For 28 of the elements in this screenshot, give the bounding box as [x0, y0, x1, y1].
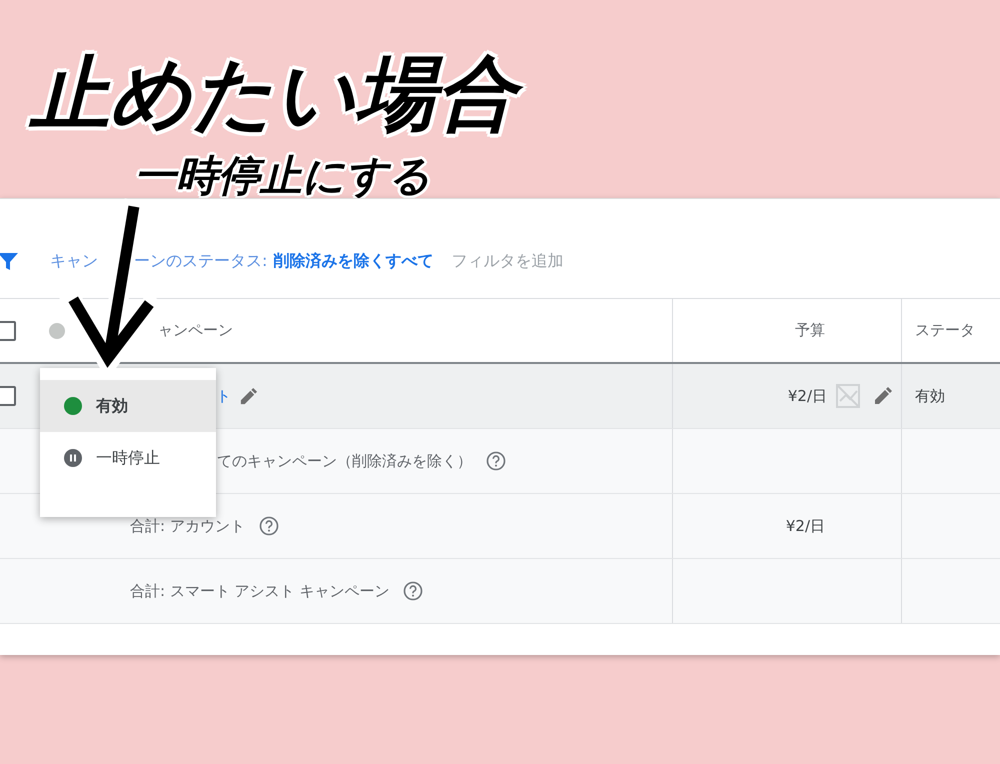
budget-cell-text: ¥2/日: [786, 516, 825, 537]
status-icon: [48, 322, 66, 340]
filter-icon: [0, 250, 18, 270]
column-header[interactable]: ャンペーン: [158, 319, 233, 342]
help-icon[interactable]: [258, 516, 279, 536]
chart-off-icon: [835, 383, 861, 409]
filter-label[interactable]: ーンのステータス:: [134, 248, 268, 272]
status-cell-text: 有効: [915, 386, 945, 407]
menu-item[interactable]: 有効: [40, 380, 216, 432]
annotation-title: 止めたい場合: [22, 40, 524, 148]
budget-cell-text: ¥2/日: [788, 386, 827, 407]
checkbox[interactable]: [0, 386, 16, 406]
status-dot-icon: [64, 397, 82, 415]
filter-value[interactable]: 削除済みを除くすべて: [273, 248, 434, 272]
edit-icon: [239, 386, 258, 406]
edit-icon: [873, 386, 893, 406]
row-label: 合計: スマート アシスト キャンペーン: [130, 580, 390, 602]
pause-icon: [64, 449, 82, 467]
annotation-subtitle: 一時停止にする: [133, 150, 432, 202]
campaign-link[interactable]: ト: [216, 384, 231, 408]
row-label: てのキャンペーン（削除済みを除く）: [217, 450, 472, 472]
help-icon[interactable]: [486, 451, 506, 471]
column-header[interactable]: 予算: [795, 319, 825, 342]
menu-item[interactable]: 一時停止: [40, 432, 216, 484]
help-icon[interactable]: [403, 581, 424, 601]
row-label: 合計: アカウント: [130, 516, 245, 537]
checkbox[interactable]: [0, 320, 16, 340]
column-header[interactable]: ステータ: [915, 319, 975, 342]
